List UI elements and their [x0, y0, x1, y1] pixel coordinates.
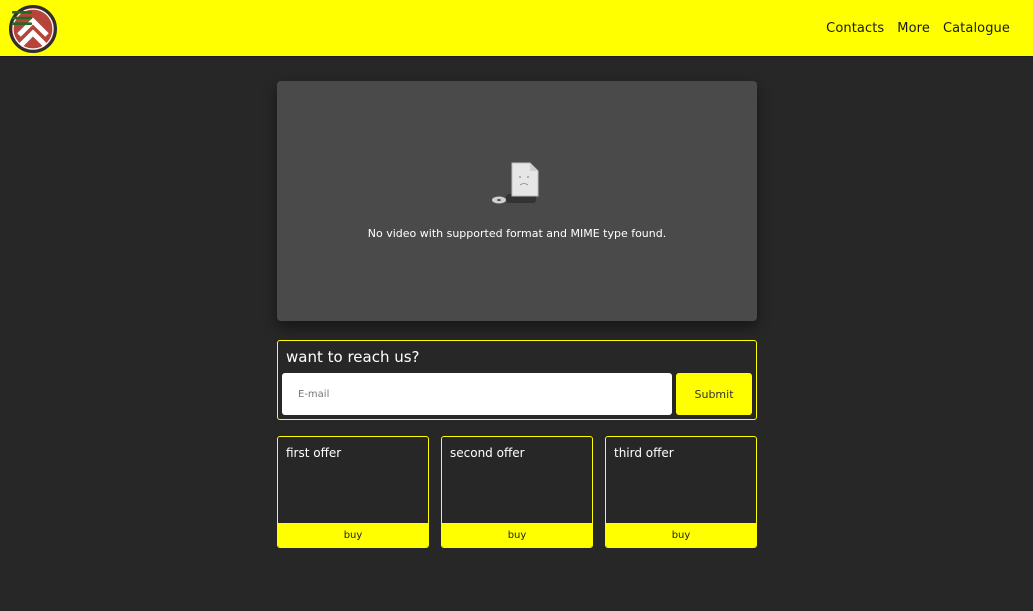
hamburger-menu-icon[interactable] [12, 11, 32, 25]
broken-video-file-icon [492, 162, 539, 204]
buy-button-first[interactable]: buy [278, 523, 428, 547]
nav-link-contacts[interactable]: Contacts [826, 21, 884, 36]
contact-form-title: want to reach us? [286, 348, 420, 366]
email-field[interactable] [282, 373, 672, 415]
top-header: Contacts More Catalogue [0, 0, 1033, 57]
offer-card-first: first offer buy [277, 436, 429, 548]
buy-button-second[interactable]: buy [442, 523, 592, 547]
video-error-message: No video with supported format and MIME … [367, 227, 667, 240]
nav-link-more[interactable]: More [897, 21, 930, 36]
contact-form: want to reach us? Submit [277, 340, 757, 420]
offer-title: first offer [286, 446, 342, 460]
main-nav: Contacts More Catalogue [826, 0, 1010, 57]
offer-title: third offer [614, 446, 674, 460]
nav-link-catalogue[interactable]: Catalogue [943, 21, 1010, 36]
submit-button[interactable]: Submit [676, 373, 752, 415]
offer-title: second offer [450, 446, 525, 460]
buy-button-third[interactable]: buy [606, 523, 756, 547]
offer-card-third: third offer buy [605, 436, 757, 548]
offer-card-second: second offer buy [441, 436, 593, 548]
